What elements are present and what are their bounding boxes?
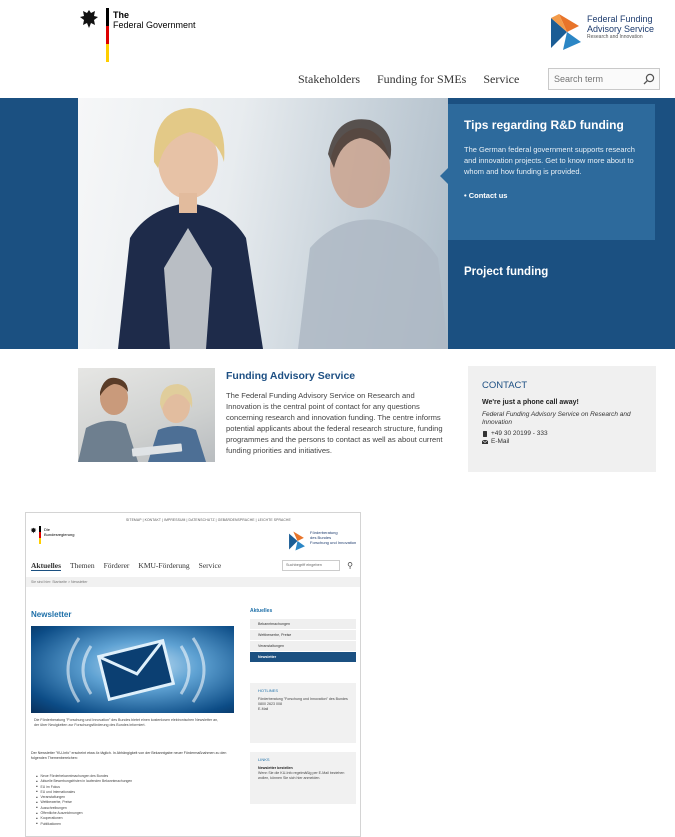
mock-page-title: Newsletter [31,610,72,619]
mock-sidebar-item[interactable]: Wettbewerbe, Preise [250,630,356,641]
mock-gov-text: Die Bundesregierung [44,527,75,537]
mock-logo-text: Förderberatung des Bundes Forschung und … [310,530,357,545]
mock-hotline-title: HOTLINES [258,688,279,693]
newsletter-page-screenshot: SITEMAP | KONTAKT | IMPRESSUM | DATENSCH… [25,512,361,837]
mock-links-title: LINKS [258,757,270,762]
ffas-logo-text: Federal Funding Advisory Service Researc… [587,14,655,40]
mock-links-body: Wenn Sie die KU-Info regelmäßig per E-Ma… [258,771,345,780]
main-navigation: Stakeholders Funding for SMEs Service [298,72,519,87]
nav-item-stakeholders[interactable]: Stakeholders [298,72,360,87]
contact-title: CONTACT [482,380,528,391]
mock-topic-list: Neue Förderbekanntmachungen des Bundes A… [36,774,133,827]
mock-image-caption: Die Förderberatung "Forschung und Innova… [34,718,219,727]
mock-sidebar-item[interactable]: Veranstaltungen [250,641,356,652]
tips-body: The German federal government supports r… [464,145,635,176]
contact-subtitle: We're just a phone call away! [482,399,579,406]
ffas-logo-icon [551,14,581,50]
hero-panel: Tips regarding R&D funding The German fe… [440,98,675,349]
list-item: Aktuelle Bewerbungsfristen in laufenden … [36,779,133,784]
mock-links-box: LINKS Newsletter bestellen Wenn Sie die … [250,752,356,804]
mock-intro-paragraph: Der Newsletter "KU-Info" erscheint etwa … [31,751,227,760]
contact-email[interactable]: E-Mail [482,438,642,446]
mock-nav-service[interactable]: Service [199,561,222,571]
search-icon[interactable] [643,73,655,85]
federal-eagle-icon [80,10,98,28]
mock-sidebar-menu: Bekanntmachungen Wettbewerbe, Preise Ver… [250,619,356,663]
mock-sidebar-item-active[interactable]: Newsletter [250,652,356,663]
mock-sidebar-heading: Aktuelles [250,608,273,614]
mock-sidebar-item[interactable]: Bekanntmachungen [250,619,356,630]
fas-body: The Federal Funding Advisory Service on … [226,391,443,455]
project-funding-link[interactable]: Project funding [464,266,548,278]
ffas-logo[interactable]: Federal Funding Advisory Service Researc… [549,12,669,56]
german-flag-stripe [106,8,109,62]
contact-box: CONTACT We're just a phone call away! Fe… [468,366,656,472]
gov-logo-text: The Federal Government [113,10,196,30]
newsletter-envelope-image [31,626,234,713]
mock-german-flag [39,526,41,544]
mock-search-input[interactable]: Suchbegriff eingeben ⚲ [282,560,353,571]
mock-breadcrumb: Sie sind hier: Startseite > Newsletter [26,577,360,587]
phone-icon [483,431,487,437]
federal-government-logo[interactable]: The Federal Government [78,8,196,62]
contact-us-link[interactable]: • Contact us [464,191,643,200]
mock-logo: Förderberatung des Bundes Forschung und … [288,530,357,554]
hero-banner: Tips regarding R&D funding The German fe… [78,98,675,349]
mock-search-icon[interactable]: ⚲ [347,561,353,570]
nav-item-service[interactable]: Service [483,72,519,87]
mock-nav-foerderer[interactable]: Förderer [104,561,130,571]
mock-navigation: Aktuelles Themen Förderer KMU-Förderung … [31,561,221,571]
mock-nav-kmu[interactable]: KMU-Förderung [138,561,189,571]
contact-phone[interactable]: +49 30 20199 - 333 [482,430,642,438]
mock-nav-aktuelles[interactable]: Aktuelles [31,561,61,571]
search-box [548,68,660,90]
mock-nav-themen[interactable]: Themen [70,561,95,571]
mock-hotline-email[interactable]: E-Mail [258,707,348,712]
mock-hotline-box: HOTLINES Förderberatung "Forschung und I… [250,683,356,743]
contact-organisation: Federal Funding Advisory Service on Rese… [482,411,631,426]
nav-item-funding-for-smes[interactable]: Funding for SMEs [377,72,466,87]
mock-eagle-icon [30,527,37,534]
fas-title[interactable]: Funding Advisory Service [226,370,355,382]
search-input[interactable] [549,69,637,89]
mock-topbar: SITEMAP | KONTAKT | IMPRESSUM | DATENSCH… [126,518,291,522]
hero-left-band [0,98,78,349]
tips-title: Tips regarding R&D funding [464,118,624,132]
mock-logo-icon [289,531,305,551]
hero-photo [78,98,448,349]
mail-icon [482,439,488,444]
list-item: Publikationen [36,822,132,827]
advisory-photo [78,368,215,462]
tips-box: Tips regarding R&D funding The German fe… [440,104,655,240]
